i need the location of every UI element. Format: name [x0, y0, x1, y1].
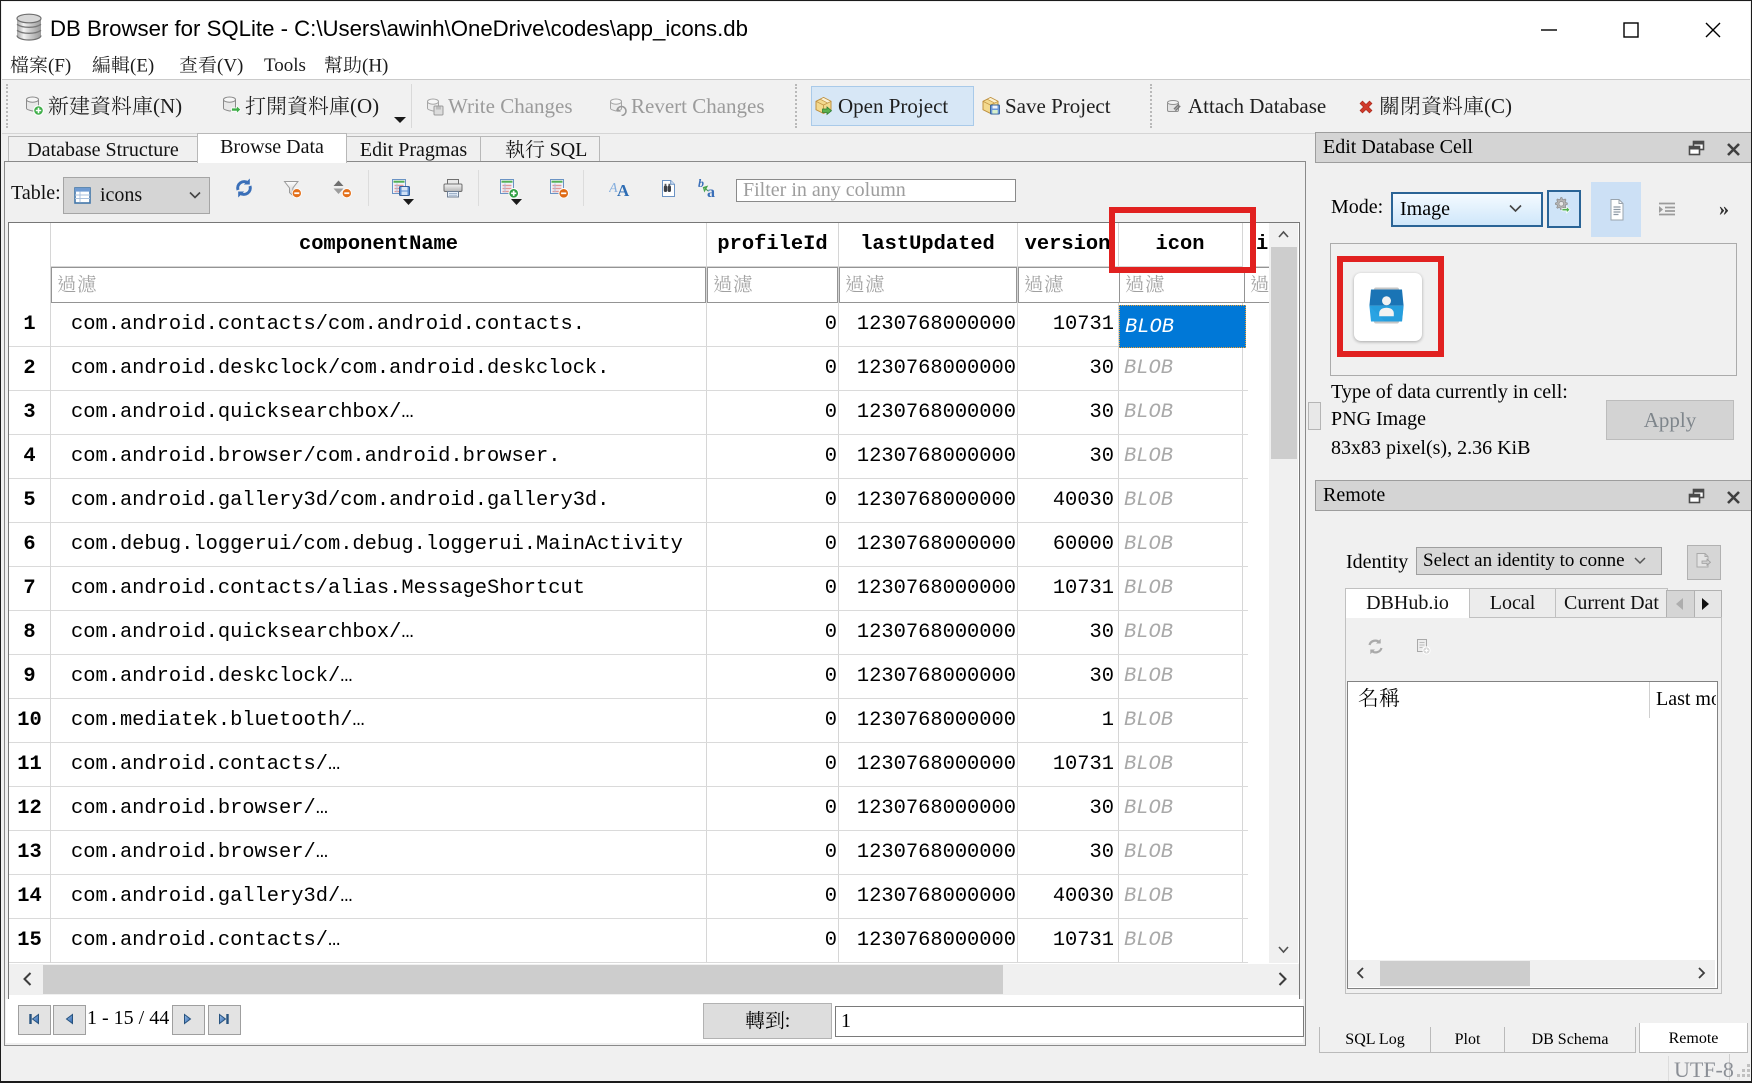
svg-text:a: a — [707, 184, 715, 199]
svg-text:A: A — [617, 181, 630, 199]
